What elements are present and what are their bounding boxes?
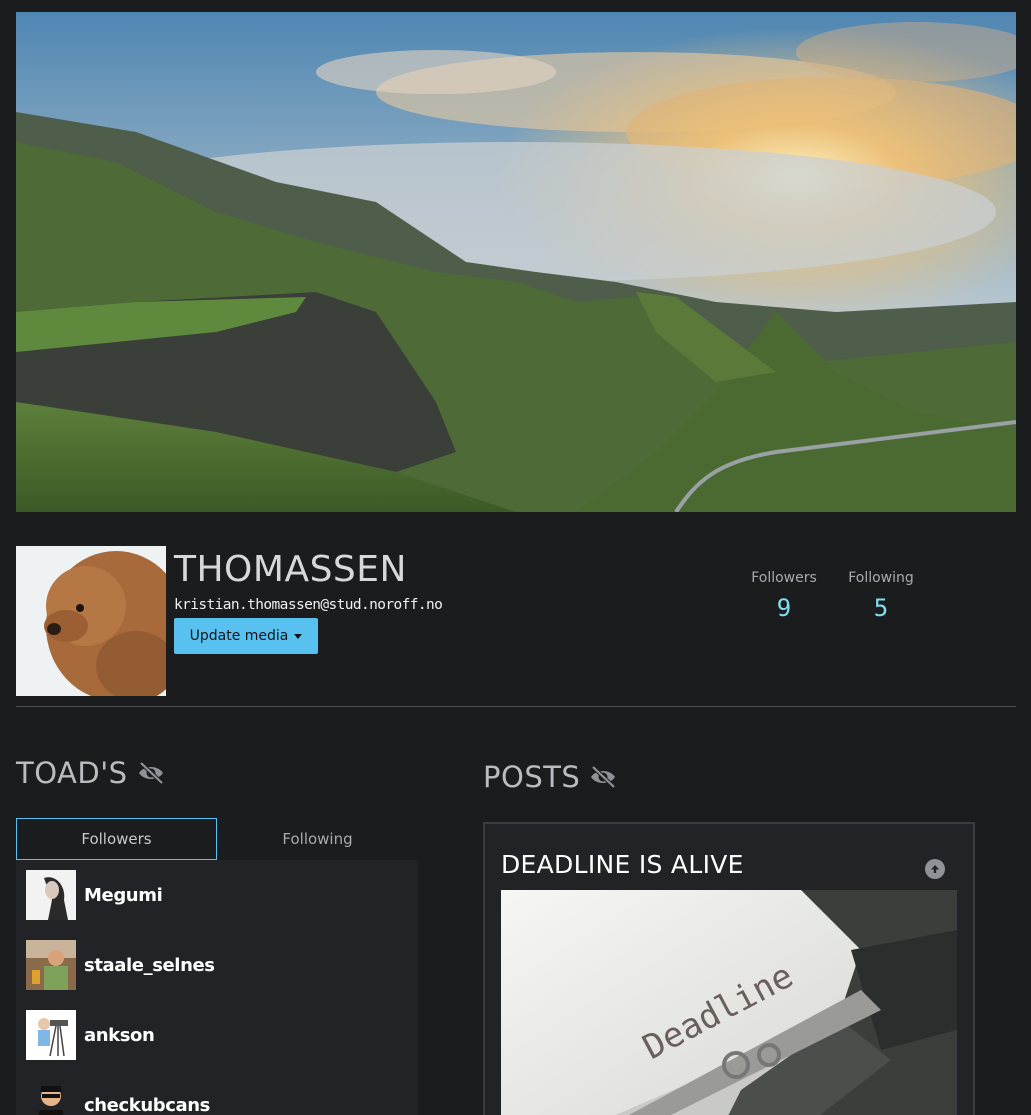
poodle-avatar-image (16, 546, 166, 696)
eye-slash-icon[interactable] (588, 764, 618, 790)
profile-avatar (16, 546, 166, 696)
followers-stat[interactable]: Followers 9 (739, 568, 829, 622)
toads-title: TOAD'S (16, 756, 128, 790)
avatar (26, 1010, 76, 1060)
profile-email: kristian.thomassen@stud.noroff.no (174, 597, 443, 613)
avatar (26, 940, 76, 990)
avatar (26, 1080, 76, 1115)
list-item[interactable]: Megumi (26, 870, 163, 920)
toads-tabs: Followers Following (16, 818, 418, 860)
user-name: checkubcans (84, 1094, 210, 1115)
followers-label: Followers (751, 570, 817, 586)
following-count: 5 (873, 594, 889, 622)
list-item[interactable]: ankson (26, 1010, 155, 1060)
tab-followers[interactable]: Followers (16, 818, 217, 860)
avatar (26, 870, 76, 920)
eye-slash-icon[interactable] (136, 760, 166, 786)
list-item[interactable]: staale_selnes (26, 940, 215, 990)
toads-section-title: TOAD'S (16, 756, 166, 790)
tab-following[interactable]: Following (217, 818, 418, 860)
arrow-up-circle-icon[interactable] (925, 859, 945, 879)
followers-list: Megumi staale_selnes ankson checkubcans (16, 860, 418, 1115)
caret-down-icon (294, 634, 303, 639)
landscape-banner-image (16, 12, 1016, 512)
user-name: staale_selnes (84, 954, 215, 976)
update-media-button[interactable]: Update media (174, 618, 318, 654)
posts-title: POSTS (483, 760, 581, 794)
list-item[interactable]: checkubcans (26, 1080, 210, 1115)
post-image: Deadline (501, 890, 957, 1115)
user-name: Megumi (84, 884, 163, 906)
following-stat[interactable]: Following 5 (836, 568, 926, 622)
post-title[interactable]: DEADLINE IS ALIVE (501, 850, 744, 879)
profile-divider (16, 706, 1016, 707)
post-card[interactable]: DEADLINE IS ALIVE Deadline (483, 822, 975, 1115)
posts-section-title: POSTS (483, 760, 618, 794)
following-label: Following (848, 570, 914, 586)
update-media-label: Update media (189, 628, 289, 644)
profile-banner (16, 12, 1016, 512)
user-name: ankson (84, 1024, 155, 1046)
profile-name: THOMASSEN (174, 549, 407, 590)
followers-count: 9 (776, 594, 792, 622)
